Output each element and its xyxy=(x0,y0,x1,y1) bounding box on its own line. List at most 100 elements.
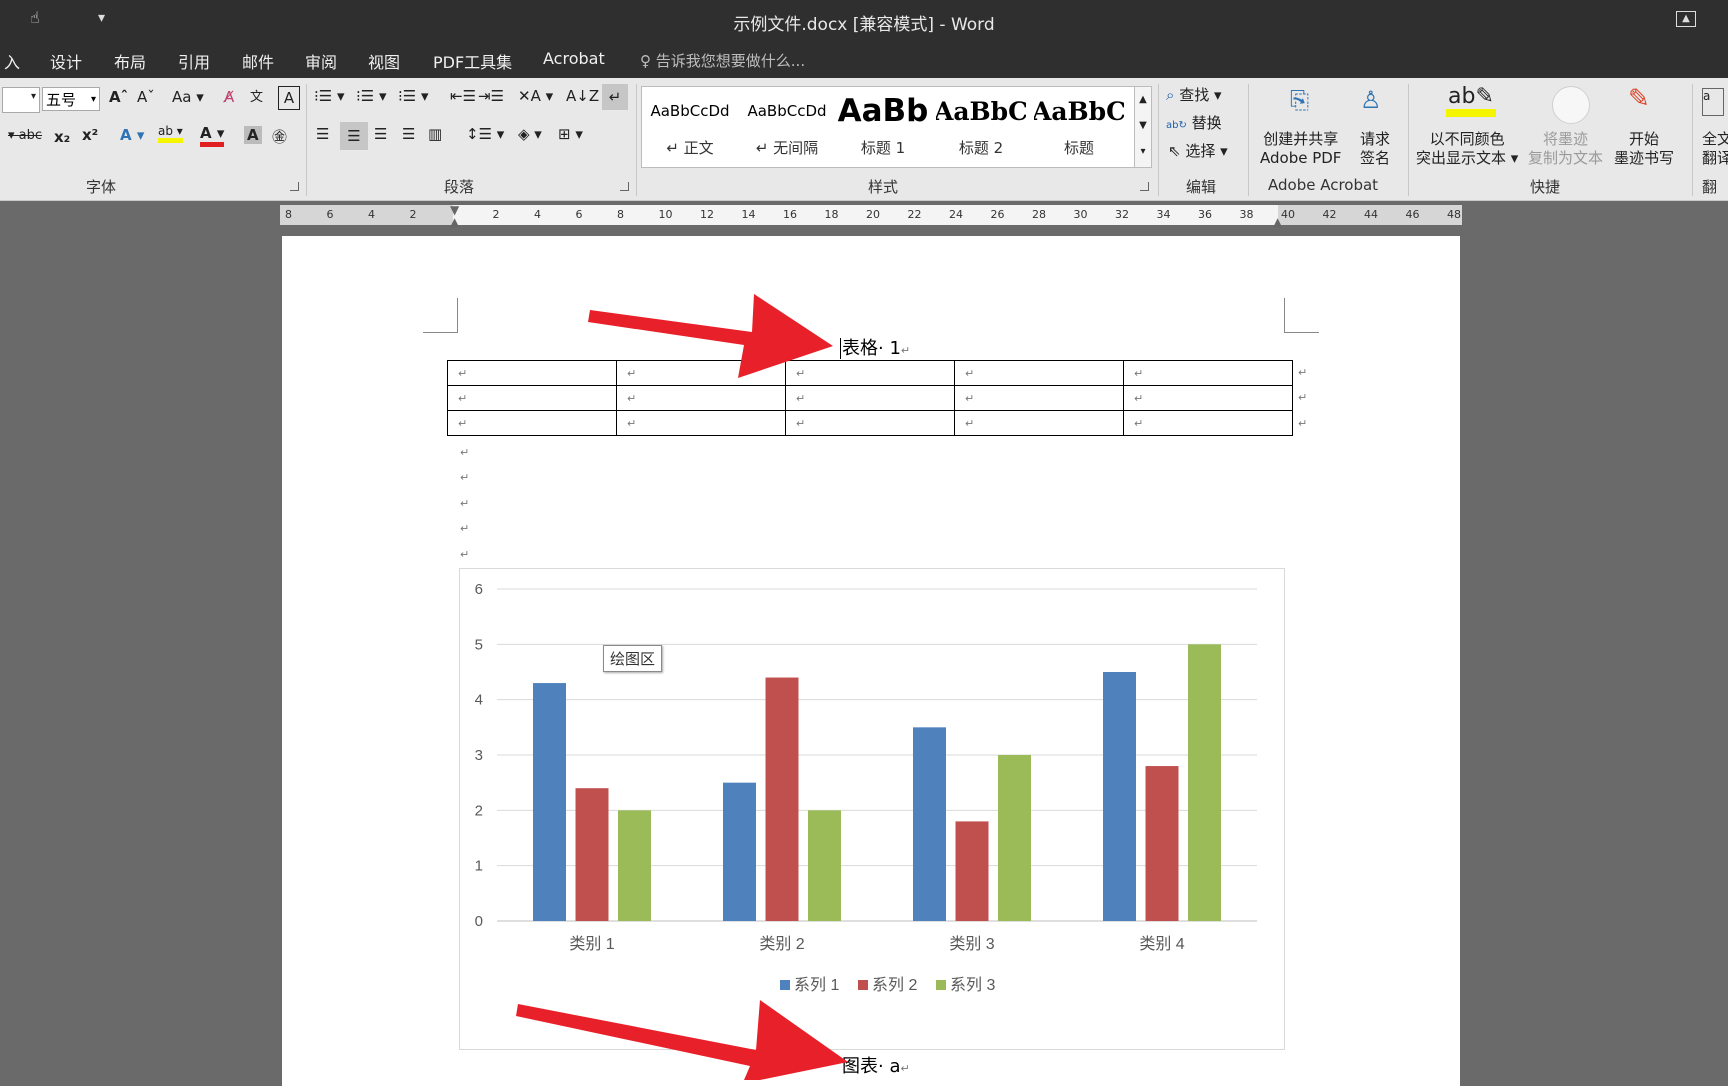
chinese-layout-icon[interactable]: ✕A ▾ xyxy=(518,87,553,105)
phonetic-guide-icon[interactable]: 文 xyxy=(250,86,263,105)
tab-mailings[interactable]: 邮件 xyxy=(242,49,274,73)
font-color-icon[interactable]: A ▾ xyxy=(200,124,225,147)
style-heading-2[interactable]: AaBbC 标题 2 xyxy=(936,91,1026,163)
change-case-icon[interactable]: Aa ▾ xyxy=(172,88,204,106)
create-share-pdf-button[interactable]: 创建并共享 Adobe PDF xyxy=(1260,130,1341,168)
font-size-combo[interactable]: 五号 ▾ xyxy=(42,87,100,111)
multilevel-list-icon[interactable]: ⁝☰ ▾ xyxy=(398,87,429,105)
select-button[interactable]: ⇖ 选择 ▾ xyxy=(1168,140,1228,161)
text-effects-icon[interactable]: A ▾ xyxy=(120,126,144,144)
paragraph-dialog-launcher-icon[interactable] xyxy=(620,182,629,191)
chart-area[interactable]: 0 1 2 3 4 5 6 类别 1 类别 2 类别 3 类别 4 系列 1 系列 2 系列 3 xyxy=(459,568,1285,1050)
decrease-indent-icon[interactable]: ⇤☰ xyxy=(450,87,476,105)
shading-icon[interactable]: ◈ ▾ xyxy=(518,125,542,143)
start-inking-button[interactable]: 开始 墨迹书写 xyxy=(1614,130,1674,168)
group-separator xyxy=(636,84,637,196)
style-name: 标题 xyxy=(1063,139,1094,157)
find-button[interactable]: ⌕ 查找 ▾ xyxy=(1166,84,1222,105)
style-no-spacing[interactable]: AaBbCcDd ↵ 无间隔 xyxy=(742,91,832,163)
table-cell[interactable]: ↵ xyxy=(447,360,617,386)
character-shading-icon[interactable]: A xyxy=(244,126,262,144)
legend-label: 系列 3 xyxy=(950,976,995,994)
hanging-indent-marker[interactable]: ▲ xyxy=(450,215,459,229)
table-cell[interactable]: ↵ xyxy=(1123,410,1293,436)
chart-caption[interactable]: 图表· a↵ xyxy=(842,1052,910,1078)
replace-button[interactable]: ab↻ 替换 xyxy=(1166,112,1222,133)
font-name-combo[interactable]: ▾ xyxy=(2,87,40,113)
table-cell[interactable]: ↵ xyxy=(785,360,955,386)
translate-group-label: 翻译 xyxy=(1702,178,1718,200)
bar xyxy=(913,727,946,921)
clear-formatting-icon[interactable]: A̸ xyxy=(224,88,234,106)
bullets-icon[interactable]: ⁝☰ ▾ xyxy=(314,87,345,105)
tab-design[interactable]: 设计 xyxy=(50,49,82,73)
group-separator xyxy=(1692,84,1693,196)
ink-to-text-button[interactable]: 将墨迹 复制为文本 xyxy=(1528,130,1603,168)
tab-references[interactable]: 引用 xyxy=(178,49,210,73)
subscript-icon[interactable]: x₂ xyxy=(54,128,70,146)
style-title[interactable]: AaBbC 标题 xyxy=(1034,91,1124,163)
ruler-tick: 28 xyxy=(1032,208,1046,221)
table-cell[interactable]: ↵ xyxy=(616,360,786,386)
superscript-icon[interactable]: x² xyxy=(82,126,98,144)
align-center-icon[interactable]: ☰ xyxy=(340,122,368,150)
borders-icon[interactable]: ⊞ ▾ xyxy=(558,125,583,143)
request-signature-button[interactable]: 请求 签名 xyxy=(1360,130,1390,168)
table-cell[interactable]: ↵ xyxy=(785,385,955,411)
document-page[interactable]: 表格· 1↵ ↵ ↵ ↵ ↵ ↵ ↵ ↵ ↵ ↵ ↵ ↵ ↵ ↵ ↵ ↵ ↵ ↵ ↵ ↵ ↵ ↵ ↵ ↵… xyxy=(282,236,1460,1086)
grow-font-icon[interactable]: Aˆ xyxy=(109,88,128,106)
distributed-icon[interactable]: ▥ xyxy=(428,125,442,143)
table-cell[interactable]: ↵ xyxy=(1123,385,1293,411)
x-tick-label: 类别 2 xyxy=(759,935,804,953)
increase-indent-icon[interactable]: ⇥☰ xyxy=(478,87,504,105)
strikethrough-icon[interactable]: ▾ abc xyxy=(8,128,42,143)
table-cell[interactable]: ↵ xyxy=(785,410,955,436)
align-right-icon[interactable]: ☰ xyxy=(374,125,387,143)
tab-review[interactable]: 审阅 xyxy=(305,49,337,73)
align-left-icon[interactable]: ☰ xyxy=(316,125,329,143)
right-indent-marker[interactable]: ▲ xyxy=(1273,215,1282,229)
tell-me-search[interactable]: ♀ 告诉我您想要做什么... xyxy=(640,50,805,71)
character-border-icon[interactable]: A xyxy=(278,86,300,110)
numbering-icon[interactable]: ⁝☰ ▾ xyxy=(356,87,387,105)
table-cell[interactable]: ↵ xyxy=(447,410,617,436)
font-dialog-launcher-icon[interactable] xyxy=(290,182,299,191)
enclose-characters-icon[interactable]: ㊎ xyxy=(272,126,287,147)
horizontal-ruler[interactable]: 8 6 4 2 2 4 6 8 10 12 14 16 18 20 22 24 26 28 30 32 34 36 38 40… xyxy=(280,203,1462,229)
table-cell[interactable]: ↵ xyxy=(954,360,1124,386)
table-cell[interactable]: ↵ xyxy=(447,385,617,411)
y-tick-label: 5 xyxy=(475,636,483,653)
table-cell[interactable]: ↵ xyxy=(954,385,1124,411)
highlight-different-color-button[interactable]: 以不同颜色 突出显示文本 ▾ xyxy=(1416,130,1518,168)
ribbon-display-options-icon[interactable]: ▲ xyxy=(1676,11,1696,27)
shrink-font-icon[interactable]: Aˇ xyxy=(137,88,155,106)
highlight-color-icon[interactable]: ab ▾ xyxy=(158,124,183,143)
create-pdf-label-2: Adobe PDF xyxy=(1260,149,1342,167)
table-caption[interactable]: 表格· 1↵ xyxy=(840,334,910,360)
editing-group-label: 编辑 xyxy=(1186,178,1217,196)
line-spacing-icon[interactable]: ↕☰ ▾ xyxy=(466,125,504,143)
styles-dialog-launcher-icon[interactable] xyxy=(1140,182,1149,191)
tab-insert[interactable]: 入 xyxy=(4,49,20,73)
tab-layout[interactable]: 布局 xyxy=(114,49,146,73)
document-table[interactable]: ↵ ↵ ↵ ↵ ↵ ↵ ↵ ↵ ↵ ↵ ↵ ↵ ↵ ↵ ↵ xyxy=(447,360,1293,436)
tab-acrobat[interactable]: Acrobat xyxy=(543,49,605,68)
table-cell[interactable]: ↵ xyxy=(954,410,1124,436)
ruler-tick: 6 xyxy=(575,208,583,221)
y-tick-label: 6 xyxy=(475,581,483,598)
tab-pdf-tools[interactable]: PDF工具集 xyxy=(433,49,512,73)
translate-button[interactable]: 全文翻译 xyxy=(1702,130,1728,168)
styles-scroll-icon[interactable]: ▲ ▼ ▾ xyxy=(1134,86,1152,168)
table-cell[interactable]: ↵ xyxy=(616,410,786,436)
table-cell[interactable]: ↵ xyxy=(1123,360,1293,386)
style-sample: AaBbCcDd xyxy=(650,102,730,120)
show-formatting-marks-icon[interactable]: ↵ xyxy=(602,84,628,110)
justify-icon[interactable]: ☰ xyxy=(402,125,415,143)
bar xyxy=(533,683,566,921)
chart-caption-text: 图表· a xyxy=(842,1056,901,1077)
table-cell[interactable]: ↵ xyxy=(616,385,786,411)
style-heading-1[interactable]: AaBb 标题 1 xyxy=(838,91,928,163)
style-normal[interactable]: AaBbCcDd ↵ 正文 xyxy=(645,91,735,163)
tab-view[interactable]: 视图 xyxy=(368,49,400,73)
sort-icon[interactable]: A↓Z xyxy=(566,87,599,105)
